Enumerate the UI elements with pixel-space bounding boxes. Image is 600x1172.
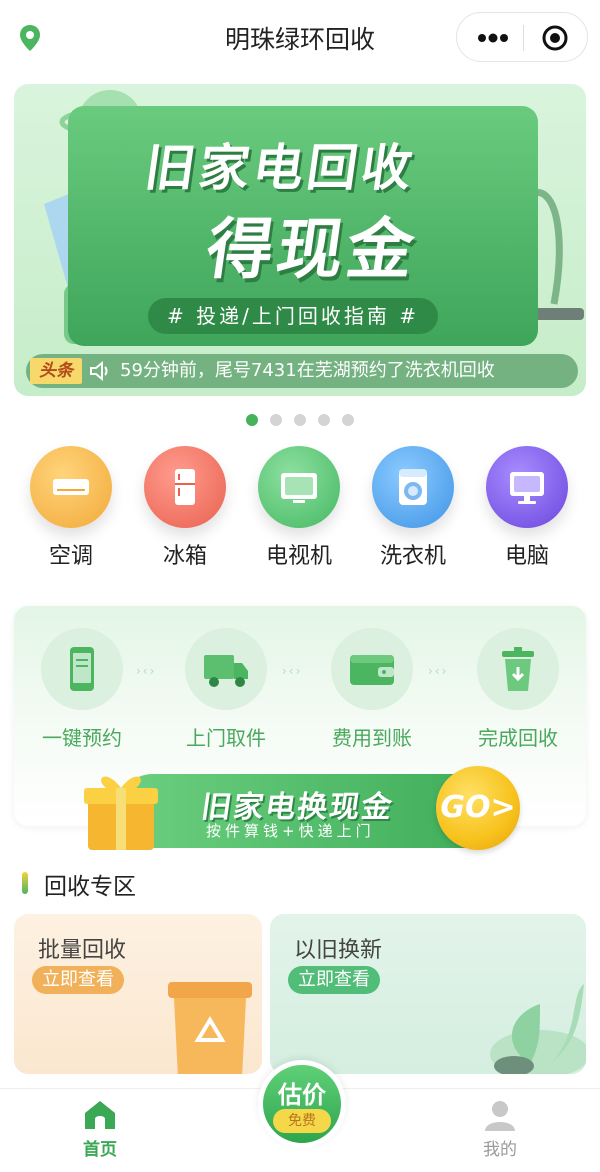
- news-ticker[interactable]: 头条 59分钟前，尾号7431在芜湖预约了洗衣机回收: [26, 354, 578, 388]
- close-miniprogram-icon[interactable]: [541, 24, 569, 52]
- zone-title: 以旧换新: [294, 938, 383, 963]
- section-accent-bar: [22, 872, 28, 894]
- category-icon-circle: [144, 446, 226, 528]
- step-arrow: ›‹›: [136, 664, 157, 678]
- pagination-dot[interactable]: [342, 414, 354, 426]
- category-label: 电视机: [265, 544, 332, 569]
- category-label: 空调: [48, 544, 93, 569]
- truck-icon: [204, 655, 248, 687]
- category-icon-circle: [486, 446, 568, 528]
- tv-icon: [281, 473, 317, 503]
- step-label: 完成回收: [478, 726, 558, 750]
- category-label: 冰箱: [162, 544, 207, 569]
- step-icon-ring: [331, 628, 413, 710]
- promo-banner[interactable]: 旧家电回收 得现金 # 投递/上门回收指南 # 头条 59分钟前，尾号7431在…: [14, 84, 586, 396]
- fridge-icon: [175, 469, 195, 505]
- category-icon-circle: [30, 446, 112, 528]
- banner-pagination: [0, 414, 600, 426]
- category-grid: 空调 冰箱 电视机 洗衣机 电脑: [0, 446, 600, 576]
- category-air-conditioner[interactable]: 空调: [14, 446, 128, 576]
- step-complete: 完成回收: [458, 628, 578, 751]
- zone-bulk-recycle[interactable]: 批量回收 立即查看: [14, 914, 262, 1074]
- recycle-bin-illustration: [168, 982, 252, 1074]
- tab-home[interactable]: 首页: [50, 1099, 150, 1160]
- tab-label: 首页: [83, 1140, 117, 1160]
- go-label: GO>: [440, 790, 516, 825]
- category-label: 电脑: [504, 544, 549, 569]
- estimate-free-badge: 免费: [273, 1109, 331, 1133]
- pagination-dot[interactable]: [246, 414, 258, 426]
- step-icon-ring: [41, 628, 123, 710]
- estimate-button[interactable]: 估价 免费: [258, 1060, 346, 1148]
- estimate-title: 估价: [278, 1081, 326, 1109]
- category-icon-circle: [258, 446, 340, 528]
- zone-view-button[interactable]: 立即查看: [32, 966, 124, 994]
- step-booking: 一键预约: [22, 628, 142, 751]
- wallet-icon: [350, 655, 394, 685]
- step-arrow: ›‹›: [282, 664, 303, 678]
- section-title: 回收专区: [44, 874, 136, 900]
- home-icon: [85, 1101, 115, 1129]
- cash-promo-banner[interactable]: 旧家电换现金 按件算钱+快递上门 GO>: [76, 764, 520, 856]
- miniprogram-capsule: [456, 12, 588, 62]
- step-label: 上门取件: [186, 726, 266, 750]
- pagination-dot[interactable]: [318, 414, 330, 426]
- zone-trade-in[interactable]: 以旧换新 立即查看: [270, 914, 586, 1074]
- phone-icon: [70, 647, 94, 691]
- capsule-divider: [523, 25, 524, 51]
- speaker-icon: [90, 360, 108, 382]
- category-icon-circle: [372, 446, 454, 528]
- step-label: 一键预约: [42, 726, 122, 750]
- plant-illustration: [490, 984, 586, 1074]
- banner-guide-pill: # 投递/上门回收指南 #: [148, 298, 438, 334]
- top-bar: 明珠绿环回收: [0, 0, 600, 78]
- tab-me[interactable]: 我的: [450, 1099, 550, 1160]
- category-fridge[interactable]: 冰箱: [128, 446, 242, 576]
- news-text: 59分钟前，尾号7431在芜湖预约了洗衣机回收: [120, 360, 495, 381]
- more-icon[interactable]: [473, 25, 513, 51]
- washing-machine-icon: [399, 469, 427, 505]
- pagination-dot[interactable]: [294, 414, 306, 426]
- banner-title-line1: 旧家电回收: [141, 139, 420, 197]
- category-label: 洗衣机: [379, 544, 446, 569]
- step-icon-ring: [477, 628, 559, 710]
- step-icon-ring: [185, 628, 267, 710]
- banner-title-line2: 得现金: [201, 211, 423, 288]
- step-pickup: 上门取件: [166, 628, 286, 751]
- zone-view-button[interactable]: 立即查看: [288, 966, 380, 994]
- category-computer[interactable]: 电脑: [470, 446, 584, 576]
- step-label: 费用到账: [332, 726, 412, 750]
- promo-subtitle: 按件算钱+快递上门: [206, 822, 375, 840]
- air-conditioner-icon: [53, 479, 89, 495]
- news-tag: 头条: [30, 358, 82, 384]
- step-payment: 费用到账: [312, 628, 432, 751]
- category-tv[interactable]: 电视机: [242, 446, 356, 576]
- step-arrow: ›‹›: [428, 664, 449, 678]
- zone-title: 批量回收: [38, 938, 127, 963]
- go-button[interactable]: GO>: [436, 766, 520, 850]
- user-icon: [485, 1101, 515, 1131]
- tab-label: 我的: [483, 1140, 517, 1160]
- trash-bin-icon: [502, 647, 534, 691]
- category-washing-machine[interactable]: 洗衣机: [356, 446, 470, 576]
- gift-box-icon: [84, 776, 158, 850]
- pagination-dot[interactable]: [270, 414, 282, 426]
- computer-icon: [510, 472, 544, 504]
